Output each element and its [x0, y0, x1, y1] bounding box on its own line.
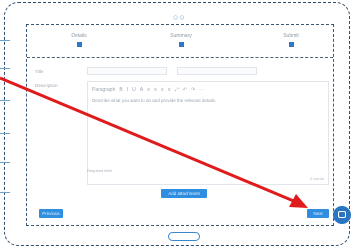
arrow-shaft	[0, 76, 297, 204]
annotation-arrow	[0, 76, 308, 208]
